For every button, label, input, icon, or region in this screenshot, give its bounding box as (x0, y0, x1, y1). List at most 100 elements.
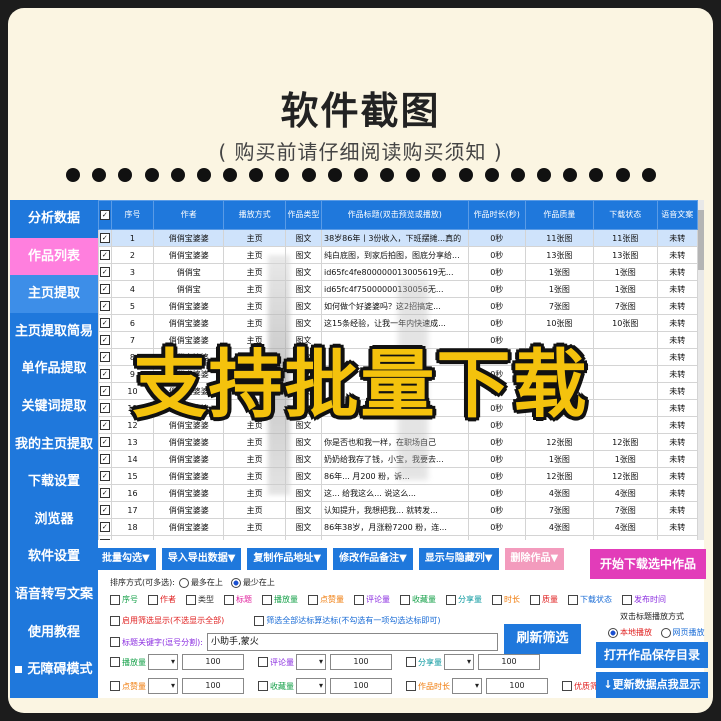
sort-field-checkbox[interactable]: 序号 (110, 594, 138, 605)
sort-field-checkbox[interactable]: 播放量 (262, 594, 298, 605)
col-header-duration[interactable]: 作品时长(秒) (467, 200, 526, 230)
cell-title[interactable]: 你是否也和我一样，在职场自己 (321, 433, 469, 451)
filter-condition-checkbox[interactable]: 评论量 (258, 657, 294, 668)
start-download-button[interactable]: 开始下载选中作品 (590, 549, 706, 579)
toolbar-button-4[interactable]: 修改作品备注▼ (333, 548, 413, 570)
playback-local[interactable]: 本地播放 (608, 627, 652, 638)
toolbar-button-6[interactable]: 删除作品▼ (504, 548, 565, 570)
cell-title[interactable]: 86年38岁，月涨粉7200 粉，连... (321, 518, 469, 536)
filter-condition-checkbox[interactable]: 作品时长 (406, 681, 450, 692)
sort-field-checkbox[interactable]: 标题 (224, 594, 252, 605)
row-checkbox[interactable]: ✓ (98, 229, 112, 247)
threshold-input[interactable]: 100 (182, 678, 244, 694)
sidebar-item-9[interactable]: 浏览器 (10, 501, 98, 539)
refresh-filter-button[interactable]: 刷新筛选 (504, 624, 581, 654)
row-checkbox[interactable]: ✓ (98, 467, 112, 485)
row-checkbox[interactable]: ✓ (98, 280, 112, 298)
sort-field-checkbox[interactable]: 评论量 (354, 594, 390, 605)
col-header-type[interactable]: 作品类型 (284, 200, 323, 230)
row-checkbox[interactable]: ✓ (98, 501, 112, 519)
threshold-input[interactable]: 100 (330, 654, 392, 670)
cell-title[interactable]: 纯白底图，到家后拍图，图底分享给... (321, 246, 469, 264)
threshold-input[interactable]: 100 (478, 654, 540, 670)
checkbox-icon[interactable] (562, 681, 572, 691)
cell-title[interactable]: 如何做个好婆婆吗？这2招搞定... (321, 297, 469, 315)
sidebar-item-13[interactable]: 无障碍模式 (10, 651, 98, 689)
operator-dropdown[interactable]: ▾ (296, 654, 326, 670)
toolbar-button-2[interactable]: 导入导出数据▼ (161, 548, 242, 570)
enable-filter-checkbox[interactable]: 启用筛选显示(不选显示全部) (110, 615, 224, 626)
sort-field-checkbox[interactable]: 点赞量 (308, 594, 344, 605)
cell-title[interactable]: id65fc4f75000000130056无... (321, 280, 469, 298)
row-checkbox[interactable]: ✓ (98, 433, 112, 451)
sort-field-checkbox[interactable]: 质量 (530, 594, 558, 605)
select-all-checkbox[interactable]: ✓ (98, 200, 112, 230)
toolbar-button-3[interactable]: 复制作品地址▼ (247, 548, 328, 570)
sidebar-item-12[interactable]: 使用教程 (10, 614, 98, 652)
sidebar-item-2[interactable]: 作品列表 (10, 237, 98, 276)
row-checkbox[interactable]: ✓ (98, 263, 112, 281)
col-header-index[interactable]: 序号 (110, 200, 155, 230)
filter-condition-checkbox[interactable]: 收藏量 (258, 681, 294, 692)
operator-dropdown[interactable]: ▾ (444, 654, 474, 670)
threshold-input[interactable]: 100 (182, 654, 244, 670)
all-conditions-checkbox[interactable]: 筛选全部达标算达标(不勾选有一项勾选达标即可) (254, 615, 441, 626)
threshold-input[interactable]: 100 (330, 678, 392, 694)
sort-option-least[interactable]: 最少在上 (230, 577, 275, 588)
sort-field-checkbox[interactable]: 时长 (492, 594, 520, 605)
refresh-data-button[interactable]: ↓更新数据点我显示 (596, 672, 708, 698)
sort-field-checkbox[interactable]: 类型 (186, 594, 214, 605)
table-row[interactable]: ✓ 2 俏俏宝婆婆 主页 图文 纯白底图，到家后拍图，图底分享给... 0秒 13张图 13张图… (98, 246, 699, 264)
operator-dropdown[interactable]: ▾ (452, 678, 482, 694)
toolbar-button-1[interactable]: 批量勾选▼ (96, 548, 156, 570)
filter-condition-checkbox[interactable]: 播放量 (110, 657, 146, 668)
col-header-quality[interactable]: 作品质量 (524, 200, 594, 230)
col-header-mode[interactable]: 播放方式 (223, 200, 286, 230)
sidebar-item-8[interactable]: 下载设置 (10, 463, 98, 501)
row-checkbox[interactable]: ✓ (98, 518, 112, 536)
row-checkbox[interactable]: ✓ (98, 450, 112, 468)
cell-title[interactable]: 38岁86年丨3份收入，下班摆摊...真的 (321, 535, 469, 540)
table-row[interactable]: ✓ 17 俏俏宝婆婆 主页 图文 认知提升，我想把我... 就转发... 0秒 7张图 7张图未… (98, 501, 699, 519)
sort-field-checkbox[interactable]: 作者 (148, 594, 176, 605)
cell-title[interactable]: id65fc4fe800000013005619无... (321, 263, 469, 281)
operator-dropdown[interactable]: ▾ (148, 654, 178, 670)
sidebar-item-1[interactable]: 分析数据 (10, 200, 98, 238)
open-save-dir-button[interactable]: 打开作品保存目录 (596, 642, 708, 668)
col-header-voice[interactable]: 语音文案 (656, 200, 699, 230)
operator-dropdown[interactable]: ▾ (296, 678, 326, 694)
col-header-title[interactable]: 作品标题(双击预览或播放) (321, 200, 469, 230)
table-row[interactable]: ✓ 16 俏俏宝婆婆 主页 图文 这... 给我这么... 说这么... 0秒 4张图 4张图未… (98, 484, 699, 502)
sidebar-item-3[interactable]: 主页提取 (10, 275, 98, 313)
table-row[interactable]: ✓ 1 俏俏宝婆婆 主页 图文 38岁86年丨3份收入，下班摆摊...真的 0秒 11张图 11… (98, 229, 699, 247)
accessibility-checkbox[interactable] (15, 666, 23, 674)
cell-title[interactable]: 奶奶给我存了钱，小宝，我要去... (321, 450, 469, 468)
filter-condition-checkbox[interactable]: 分享量 (406, 657, 442, 668)
table-row[interactable]: ✓ 3 俏俏宝 主页 图文 id65fc4fe800000013005619无... 0秒 1… (98, 263, 699, 281)
table-row[interactable]: ✓ 18 俏俏宝婆婆 主页 图文 86年38岁，月涨粉7200 粉，连... 0秒 4张图 4张… (98, 518, 699, 536)
threshold-input[interactable]: 100 (486, 678, 548, 694)
sidebar-item-11[interactable]: 语音转写文案 (10, 576, 98, 614)
keyword-input[interactable]: 小助手,蒙火 (206, 633, 498, 651)
toolbar-button-5[interactable]: 显示与隐藏列▼ (418, 548, 499, 570)
row-checkbox[interactable]: ✓ (98, 484, 112, 502)
cell-title[interactable]: 认知提升，我想把我... 就转发... (321, 501, 469, 519)
filter-condition-checkbox[interactable]: 点赞量 (110, 681, 146, 692)
cell-title[interactable]: 86年... 月200 粉，诉... (321, 467, 469, 485)
col-header-author[interactable]: 作者 (153, 200, 225, 230)
col-header-status[interactable]: 下载状态 (592, 200, 658, 230)
scrollbar-thumb[interactable] (698, 210, 704, 270)
cell-title[interactable]: 38岁86年丨3份收入，下班摆摊...真的 (321, 229, 469, 247)
sort-field-checkbox[interactable]: 下载状态 (568, 594, 612, 605)
table-row[interactable]: ✓19俏俏宝婆婆主页图文38岁86年丨3份收入，下班摆摊...真的0秒11张图1… (98, 535, 699, 540)
row-checkbox[interactable]: ✓ (98, 246, 112, 264)
sidebar-item-10[interactable]: 软件设置 (10, 538, 98, 576)
sort-field-checkbox[interactable]: 发布时间 (622, 594, 666, 605)
row-checkbox[interactable]: ✓ (98, 297, 112, 315)
sort-field-checkbox[interactable]: 收藏量 (400, 594, 436, 605)
playback-web[interactable]: 网页播放 (660, 627, 705, 638)
sort-field-checkbox[interactable]: 分享量 (446, 594, 482, 605)
row-checkbox[interactable]: ✓ (98, 535, 112, 540)
cell-title[interactable]: 这... 给我这么... 说这么... (321, 484, 469, 502)
keyword-checkbox[interactable]: 标题关键字(逗号分割): (110, 637, 203, 648)
